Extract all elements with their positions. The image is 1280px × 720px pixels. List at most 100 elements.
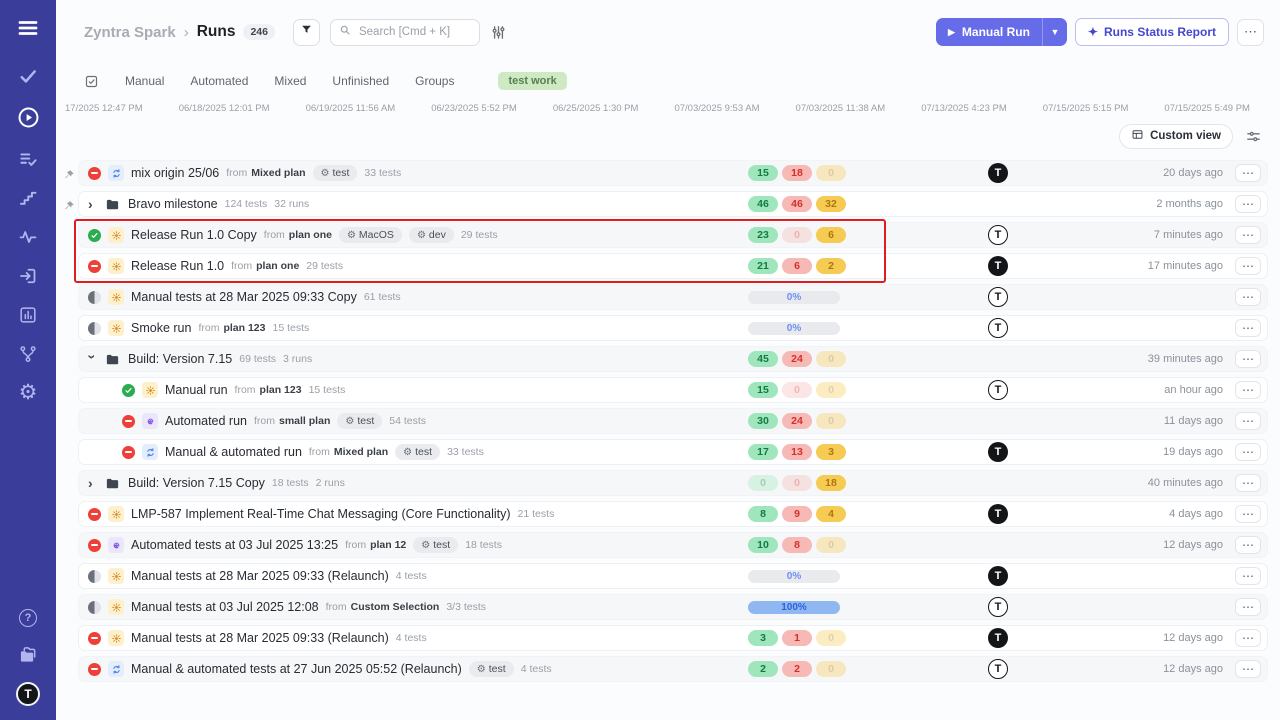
row-menu-button[interactable]: ⋯: [1235, 567, 1261, 585]
play-circle-icon[interactable]: [16, 105, 41, 130]
tag-badge[interactable]: ⚙test: [469, 661, 514, 677]
red-count-pill: 24: [782, 351, 812, 367]
row-menu-button[interactable]: ⋯: [1235, 629, 1261, 647]
run-title: Build: Version 7.15: [128, 352, 232, 366]
run-row[interactable]: Release Run 1.0fromplan one29 tests2162T…: [78, 253, 1268, 279]
source-plan-name[interactable]: Mixed plan: [251, 167, 305, 179]
folders-icon[interactable]: [18, 645, 38, 665]
activity-icon[interactable]: [18, 227, 38, 247]
check-icon[interactable]: [18, 66, 38, 86]
run-row[interactable]: Manual tests at 28 Mar 2025 09:33 (Relau…: [78, 563, 1268, 589]
tag-badge[interactable]: ⚙test: [413, 537, 458, 553]
custom-view-button[interactable]: Custom view: [1119, 124, 1233, 149]
filter-tag-test-work[interactable]: test work: [498, 72, 566, 90]
tag-badge[interactable]: ⚙test: [337, 413, 382, 429]
row-menu-button[interactable]: ⋯: [1235, 660, 1261, 678]
chevron-right-icon[interactable]: ›: [88, 476, 97, 490]
pending-status-icon: [88, 322, 101, 335]
bar-chart-icon[interactable]: [18, 305, 38, 325]
run-source: fromplan one: [264, 229, 332, 241]
header-more-button[interactable]: ⋯: [1237, 19, 1264, 46]
row-menu-button[interactable]: ⋯: [1235, 598, 1261, 616]
timeline-date: 07/03/2025 11:38 AM: [796, 103, 886, 114]
source-plan-name[interactable]: plan one: [289, 229, 332, 241]
run-row-main: Manual tests at 28 Mar 2025 09:33 (Relau…: [88, 568, 748, 584]
tab-groups[interactable]: Groups: [415, 74, 454, 88]
source-plan-name[interactable]: small plan: [279, 415, 330, 427]
source-plan-name[interactable]: plan 123: [223, 322, 265, 334]
row-menu-button[interactable]: ⋯: [1235, 164, 1261, 182]
tab-automated[interactable]: Automated: [190, 74, 248, 88]
sign-in-icon[interactable]: [18, 266, 38, 286]
steps-icon[interactable]: [18, 188, 38, 208]
pin-icon[interactable]: [63, 168, 75, 180]
row-menu-button[interactable]: ⋯: [1235, 443, 1261, 461]
run-row[interactable]: Manual tests at 28 Mar 2025 09:33 (Relau…: [78, 625, 1268, 651]
run-row[interactable]: Automated tests at 03 Jul 2025 13:25from…: [78, 532, 1268, 558]
menu-icon[interactable]: [16, 16, 40, 40]
row-menu-button[interactable]: ⋯: [1235, 288, 1261, 306]
tab-unfinished[interactable]: Unfinished: [332, 74, 389, 88]
manual-run-dropdown[interactable]: ▼: [1042, 18, 1067, 46]
branch-icon[interactable]: [18, 344, 38, 364]
run-source: fromsmall plan: [254, 415, 330, 427]
run-row-main: LMP-587 Implement Real-Time Chat Messagi…: [88, 506, 748, 522]
run-row[interactable]: Manual runfromplan 12315 tests1500Tan ho…: [78, 377, 1268, 403]
source-plan-name[interactable]: plan 123: [260, 384, 302, 396]
yellow-count-pill: 0: [816, 382, 846, 398]
row-menu-button[interactable]: ⋯: [1235, 536, 1261, 554]
row-menu-button[interactable]: ⋯: [1235, 412, 1261, 430]
gear-icon[interactable]: ⚙: [18, 383, 38, 403]
runs-status-report-button[interactable]: ✦ Runs Status Report: [1075, 18, 1229, 46]
user-avatar[interactable]: T: [16, 682, 40, 706]
timeline-date: 07/15/2025 5:49 PM: [1164, 103, 1250, 114]
chevron-down-icon[interactable]: ›: [88, 355, 100, 364]
help-icon[interactable]: ?: [18, 608, 38, 628]
row-menu-button[interactable]: ⋯: [1235, 381, 1261, 399]
run-row[interactable]: mix origin 25/06fromMixed plan⚙test33 te…: [78, 160, 1268, 186]
run-row[interactable]: Manual tests at 03 Jul 2025 12:08fromCus…: [78, 594, 1268, 620]
row-menu-button[interactable]: ⋯: [1235, 195, 1261, 213]
row-menu-button[interactable]: ⋯: [1235, 350, 1261, 368]
all-runs-board-icon[interactable]: [84, 74, 99, 89]
tag-badge[interactable]: ⚙test: [313, 165, 358, 181]
tab-manual[interactable]: Manual: [125, 74, 164, 88]
row-menu-button[interactable]: ⋯: [1235, 226, 1261, 244]
tab-mixed[interactable]: Mixed: [274, 74, 306, 88]
manual-run-button[interactable]: ▶ Manual Run ▼: [936, 18, 1067, 46]
run-row[interactable]: ›Build: Version 7.1569 tests3 runs452403…: [78, 346, 1268, 372]
assignee-avatar: T: [988, 380, 1008, 400]
source-plan-name[interactable]: plan one: [256, 260, 299, 272]
run-source: fromMixed plan: [226, 167, 305, 179]
row-menu-button[interactable]: ⋯: [1235, 505, 1261, 523]
timeline-axis: 17/2025 12:47 PM06/18/2025 12:01 PM06/19…: [56, 98, 1280, 118]
tag-badge[interactable]: ⚙dev: [409, 227, 454, 243]
tag-badge[interactable]: ⚙test: [395, 444, 440, 460]
run-row[interactable]: Manual & automated tests at 27 Jun 2025 …: [78, 656, 1268, 682]
run-row[interactable]: LMP-587 Implement Real-Time Chat Messagi…: [78, 501, 1268, 527]
search-input[interactable]: [357, 25, 471, 39]
run-row[interactable]: Manual tests at 28 Mar 2025 09:33 Copy61…: [78, 284, 1268, 310]
list-check-icon[interactable]: [18, 149, 38, 169]
breadcrumb-project[interactable]: Zyntra Spark: [84, 24, 176, 41]
run-row[interactable]: ›Bravo milestone124 tests32 runs4646322 …: [78, 191, 1268, 217]
sliders-horizontal-icon[interactable]: [1245, 128, 1262, 145]
run-row[interactable]: Automated runfromsmall plan⚙test54 tests…: [78, 408, 1268, 434]
run-row[interactable]: Release Run 1.0 Copyfromplan one⚙MacOS⚙d…: [78, 222, 1268, 248]
run-row[interactable]: Smoke runfromplan 12315 tests0%T⋯: [78, 315, 1268, 341]
sliders-vertical-icon[interactable]: [490, 24, 507, 41]
source-plan-name[interactable]: Mixed plan: [334, 446, 388, 458]
source-plan-name[interactable]: plan 12: [370, 539, 406, 551]
yellow-count-pill: 0: [816, 661, 846, 677]
chevron-right-icon[interactable]: ›: [88, 197, 97, 211]
row-menu-button[interactable]: ⋯: [1235, 257, 1261, 275]
tag-badge[interactable]: ⚙MacOS: [339, 227, 402, 243]
row-menu-button[interactable]: ⋯: [1235, 474, 1261, 492]
source-plan-name[interactable]: Custom Selection: [351, 601, 440, 613]
filter-funnel-button[interactable]: [293, 19, 320, 46]
run-row[interactable]: Manual & automated runfromMixed plan⚙tes…: [78, 439, 1268, 465]
pin-icon[interactable]: [63, 199, 75, 211]
row-menu-button[interactable]: ⋯: [1235, 319, 1261, 337]
run-row[interactable]: ›Build: Version 7.15 Copy18 tests2 runs0…: [78, 470, 1268, 496]
report-label: Runs Status Report: [1104, 25, 1216, 39]
